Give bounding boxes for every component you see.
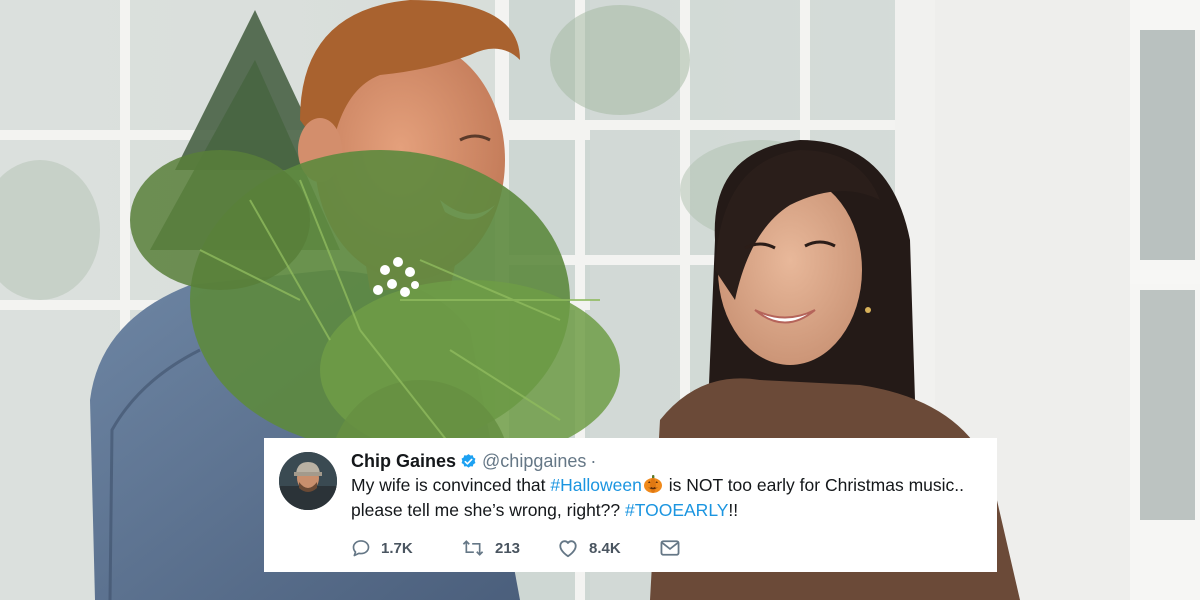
hashtag-tooearly-link[interactable]: #TOOEARLY (625, 500, 728, 520)
like-button[interactable]: 8.4K (557, 538, 659, 558)
like-count: 8.4K (589, 539, 621, 557)
hashtag-halloween-link[interactable]: #Halloween (550, 475, 641, 495)
tweet-text-part: !! (728, 500, 739, 520)
heart-icon (557, 538, 579, 558)
tweet-card[interactable]: Chip Gaines @chipgaines · My wife is con… (264, 438, 997, 572)
verified-badge-icon (460, 453, 477, 470)
avatar[interactable] (279, 452, 337, 510)
direct-message-button[interactable] (659, 539, 681, 557)
retweet-button[interactable]: 213 (461, 538, 557, 558)
tweet-actions: 1.7K 213 8.4K (351, 536, 681, 560)
tweet-text-part: My wife is convinced that (351, 475, 551, 495)
user-handle[interactable]: @chipgaines (482, 451, 586, 472)
header-separator: · (590, 450, 597, 471)
tweet-header: Chip Gaines @chipgaines · (351, 450, 596, 472)
reply-count: 1.7K (381, 539, 413, 557)
jack-o-lantern-icon (643, 474, 663, 494)
user-name[interactable]: Chip Gaines (351, 451, 456, 472)
retweet-icon (461, 538, 485, 558)
reply-icon (351, 538, 371, 558)
reply-button[interactable]: 1.7K (351, 538, 461, 558)
retweet-count: 213 (495, 539, 521, 557)
envelope-icon (659, 539, 681, 557)
tweet-text: My wife is convinced that #Halloween is … (351, 473, 981, 523)
